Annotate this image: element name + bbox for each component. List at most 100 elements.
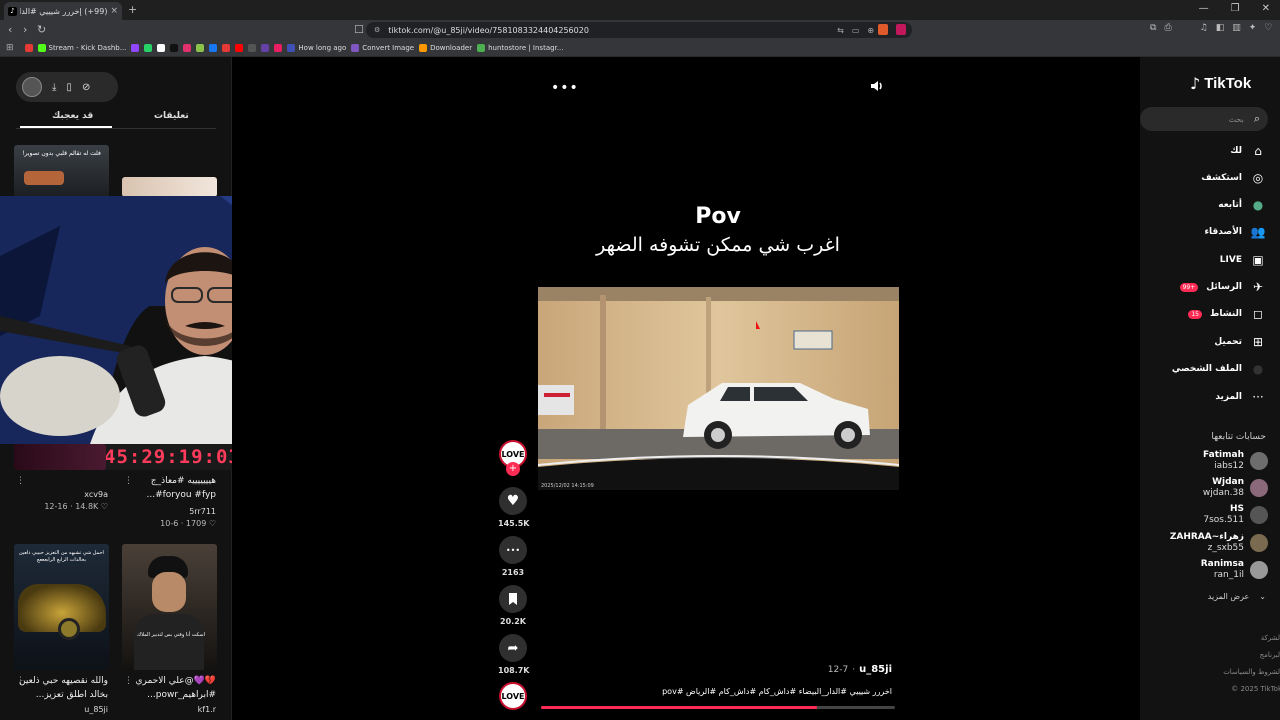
video-caption[interactable]: هيييييييه #معاذ_ج foryou #fyp#...: [120, 474, 217, 502]
bookmark-item[interactable]: Downloader: [419, 44, 472, 52]
reload-icon[interactable]: ↻: [37, 23, 46, 36]
download-icon[interactable]: ⤓: [52, 82, 56, 93]
followed-account[interactable]: HS 7sos.511: [1150, 504, 1268, 526]
nav-item-home[interactable]: لك ⌂: [1150, 143, 1266, 159]
followed-account[interactable]: Wjdan wjdan.38: [1150, 477, 1268, 499]
author-avatar[interactable]: [22, 77, 42, 97]
extension-icon[interactable]: ⧉: [1150, 23, 1156, 33]
nav-item-activity[interactable]: 15 النشاط ◻: [1150, 306, 1266, 322]
nav-item-more[interactable]: المزيد ···: [1150, 389, 1266, 405]
bookmark-item[interactable]: [131, 44, 140, 52]
save-action[interactable]: 20.2K: [498, 585, 528, 626]
back-arrow-icon[interactable]: ‹: [8, 23, 12, 36]
bookmark-item[interactable]: [183, 44, 192, 52]
zoom-icon[interactable]: ⊕: [867, 26, 874, 35]
search-icon[interactable]: ⌕: [1254, 112, 1260, 126]
compass-small-icon[interactable]: ⊘: [82, 82, 90, 93]
bookmark-page-icon[interactable]: ☐: [354, 23, 364, 36]
video-author[interactable]: 5rr711: [120, 507, 216, 516]
footer-link-terms[interactable]: الشروط والسياسات: [1210, 664, 1280, 681]
bookmark-item[interactable]: [235, 44, 244, 52]
bookmark-item[interactable]: [261, 44, 270, 52]
heart-icon[interactable]: ♥: [499, 487, 527, 515]
dashcam-video-frame[interactable]: [538, 287, 899, 490]
bookmark-item[interactable]: [274, 44, 283, 52]
show-more-button[interactable]: عرض المزيد ⌄: [1160, 592, 1266, 601]
video-author[interactable]: xcv9a: [12, 490, 108, 499]
video-progress-bar[interactable]: [541, 706, 895, 709]
comment-action[interactable]: ••• 2163: [498, 536, 528, 577]
sidebar-toggle-icon[interactable]: ◧: [1216, 23, 1225, 33]
minimize-button[interactable]: —: [1199, 3, 1209, 14]
tiktok-logo[interactable]: ♪ TikTok: [1190, 74, 1251, 93]
bookmark-icon[interactable]: [499, 585, 527, 613]
bookmark-item[interactable]: [222, 44, 231, 52]
brave-shield-icon[interactable]: [878, 24, 888, 35]
nav-item-friends[interactable]: الأصدقاء 👥: [1150, 224, 1266, 240]
maximize-button[interactable]: ❐: [1231, 3, 1240, 14]
search-box[interactable]: بحث ⌕: [1140, 107, 1268, 131]
video-thumbnail[interactable]: فلت له تقالم قلبي بدون تصوير!: [14, 145, 109, 197]
share-icon[interactable]: ➦: [499, 634, 527, 662]
speaker-icon[interactable]: [870, 80, 884, 95]
more-options-icon[interactable]: ⋮: [16, 476, 25, 486]
wallet-icon[interactable]: ♡: [1264, 23, 1272, 33]
nav-item-messages[interactable]: 99+ الرسائل ✈: [1150, 279, 1266, 295]
nav-item-live[interactable]: LIVE ▣: [1150, 252, 1266, 268]
extension-badge-icon[interactable]: [896, 24, 906, 35]
video-description[interactable]: اخررر شيييي #الدار_البيضاء #داش_كام #داش…: [560, 687, 892, 696]
tab-close-icon[interactable]: ×: [110, 6, 118, 16]
bookmark-item[interactable]: [209, 44, 218, 52]
video-thumbnail[interactable]: اسكت أنا وقتي بس لتدبير الملاك: [122, 544, 217, 670]
bookmark-item[interactable]: Convert Image: [351, 44, 414, 52]
browser-tab[interactable]: ♪ (99+) إخررر شيييي #الدار_البيضاء ×: [4, 2, 122, 20]
close-window-button[interactable]: ✕: [1262, 3, 1270, 14]
bookmark-item[interactable]: How long ago: [287, 44, 346, 52]
comment-icon[interactable]: •••: [499, 536, 527, 564]
nav-item-profile[interactable]: الملف الشخصي ●: [1150, 361, 1266, 377]
translate-icon[interactable]: ⇆: [837, 26, 844, 35]
address-bar[interactable]: ⚙ tiktok.com/@u_85ji/video/7581083324404…: [366, 22, 912, 38]
video-caption[interactable]: 💔💜@علي الاحمري #ابراهيم_powr...: [120, 674, 216, 702]
video-thumbnail[interactable]: احمل شي تشبهه من التعزيز حبيبي ذلعين بخا…: [14, 544, 109, 670]
bookmark-item[interactable]: [248, 44, 257, 52]
bookmark-item[interactable]: [24, 44, 33, 52]
music-icon[interactable]: ♫: [1200, 23, 1208, 33]
video-thumbnail[interactable]: [122, 177, 217, 197]
followed-account[interactable]: ZAHRAA~زهراء z_sxb55: [1150, 532, 1268, 554]
site-info-icon[interactable]: ⚙: [374, 26, 380, 34]
nav-item-compass[interactable]: استكشف ◎: [1150, 170, 1266, 186]
bookmark-item[interactable]: [170, 44, 179, 52]
phone-icon[interactable]: ▯: [66, 82, 72, 93]
footer-link-program[interactable]: البرنامج: [1210, 647, 1280, 664]
bookmark-item[interactable]: [157, 44, 166, 52]
bookmark-item[interactable]: [196, 44, 205, 52]
bookmark-item[interactable]: huntostore | Instagr...: [477, 44, 563, 52]
screenshot-icon[interactable]: ⎙: [1164, 23, 1171, 33]
bookmarks-icon[interactable]: ▥: [1232, 23, 1241, 33]
bookmark-item[interactable]: Stream - Kick Dashb...: [37, 44, 126, 52]
ai-icon[interactable]: ✦: [1249, 23, 1257, 33]
forward-arrow-icon[interactable]: ›: [23, 23, 27, 36]
video-caption[interactable]: والله نقصيهه حبي ذلعين بخالد اطلق تعزيز.…: [12, 674, 108, 702]
more-options-icon[interactable]: •••: [551, 80, 579, 96]
video-thumbnail[interactable]: [14, 444, 106, 470]
share-action[interactable]: ➦ 108.7K: [498, 634, 530, 675]
bookmark-item[interactable]: [144, 44, 153, 52]
nav-item-upload[interactable]: تحميل ⊞: [1150, 334, 1266, 350]
video-author[interactable]: kf1.r: [120, 705, 216, 714]
author-username[interactable]: u_85ji: [859, 664, 892, 675]
follow-plus-icon[interactable]: +: [506, 462, 520, 476]
followed-account[interactable]: Ranimsa ran_1il: [1150, 559, 1268, 581]
new-tab-button[interactable]: +: [128, 3, 137, 16]
cast-icon[interactable]: ▭: [852, 26, 860, 35]
tab-comments[interactable]: تعليقات: [154, 111, 189, 121]
followed-account[interactable]: Fatimah iabs12: [1150, 450, 1268, 472]
footer-link-company[interactable]: الشركة: [1210, 630, 1280, 647]
tab-you-may-like[interactable]: قد يعجبك: [52, 111, 93, 121]
sound-disc-avatar[interactable]: LOVE: [499, 682, 527, 710]
apps-grid-icon[interactable]: ⊞: [6, 43, 14, 53]
video-author[interactable]: u_85ji: [12, 705, 108, 714]
nav-item-following-avatar[interactable]: أتابعه ●: [1150, 197, 1266, 213]
like-action[interactable]: ♥ 145.5K: [498, 487, 530, 528]
